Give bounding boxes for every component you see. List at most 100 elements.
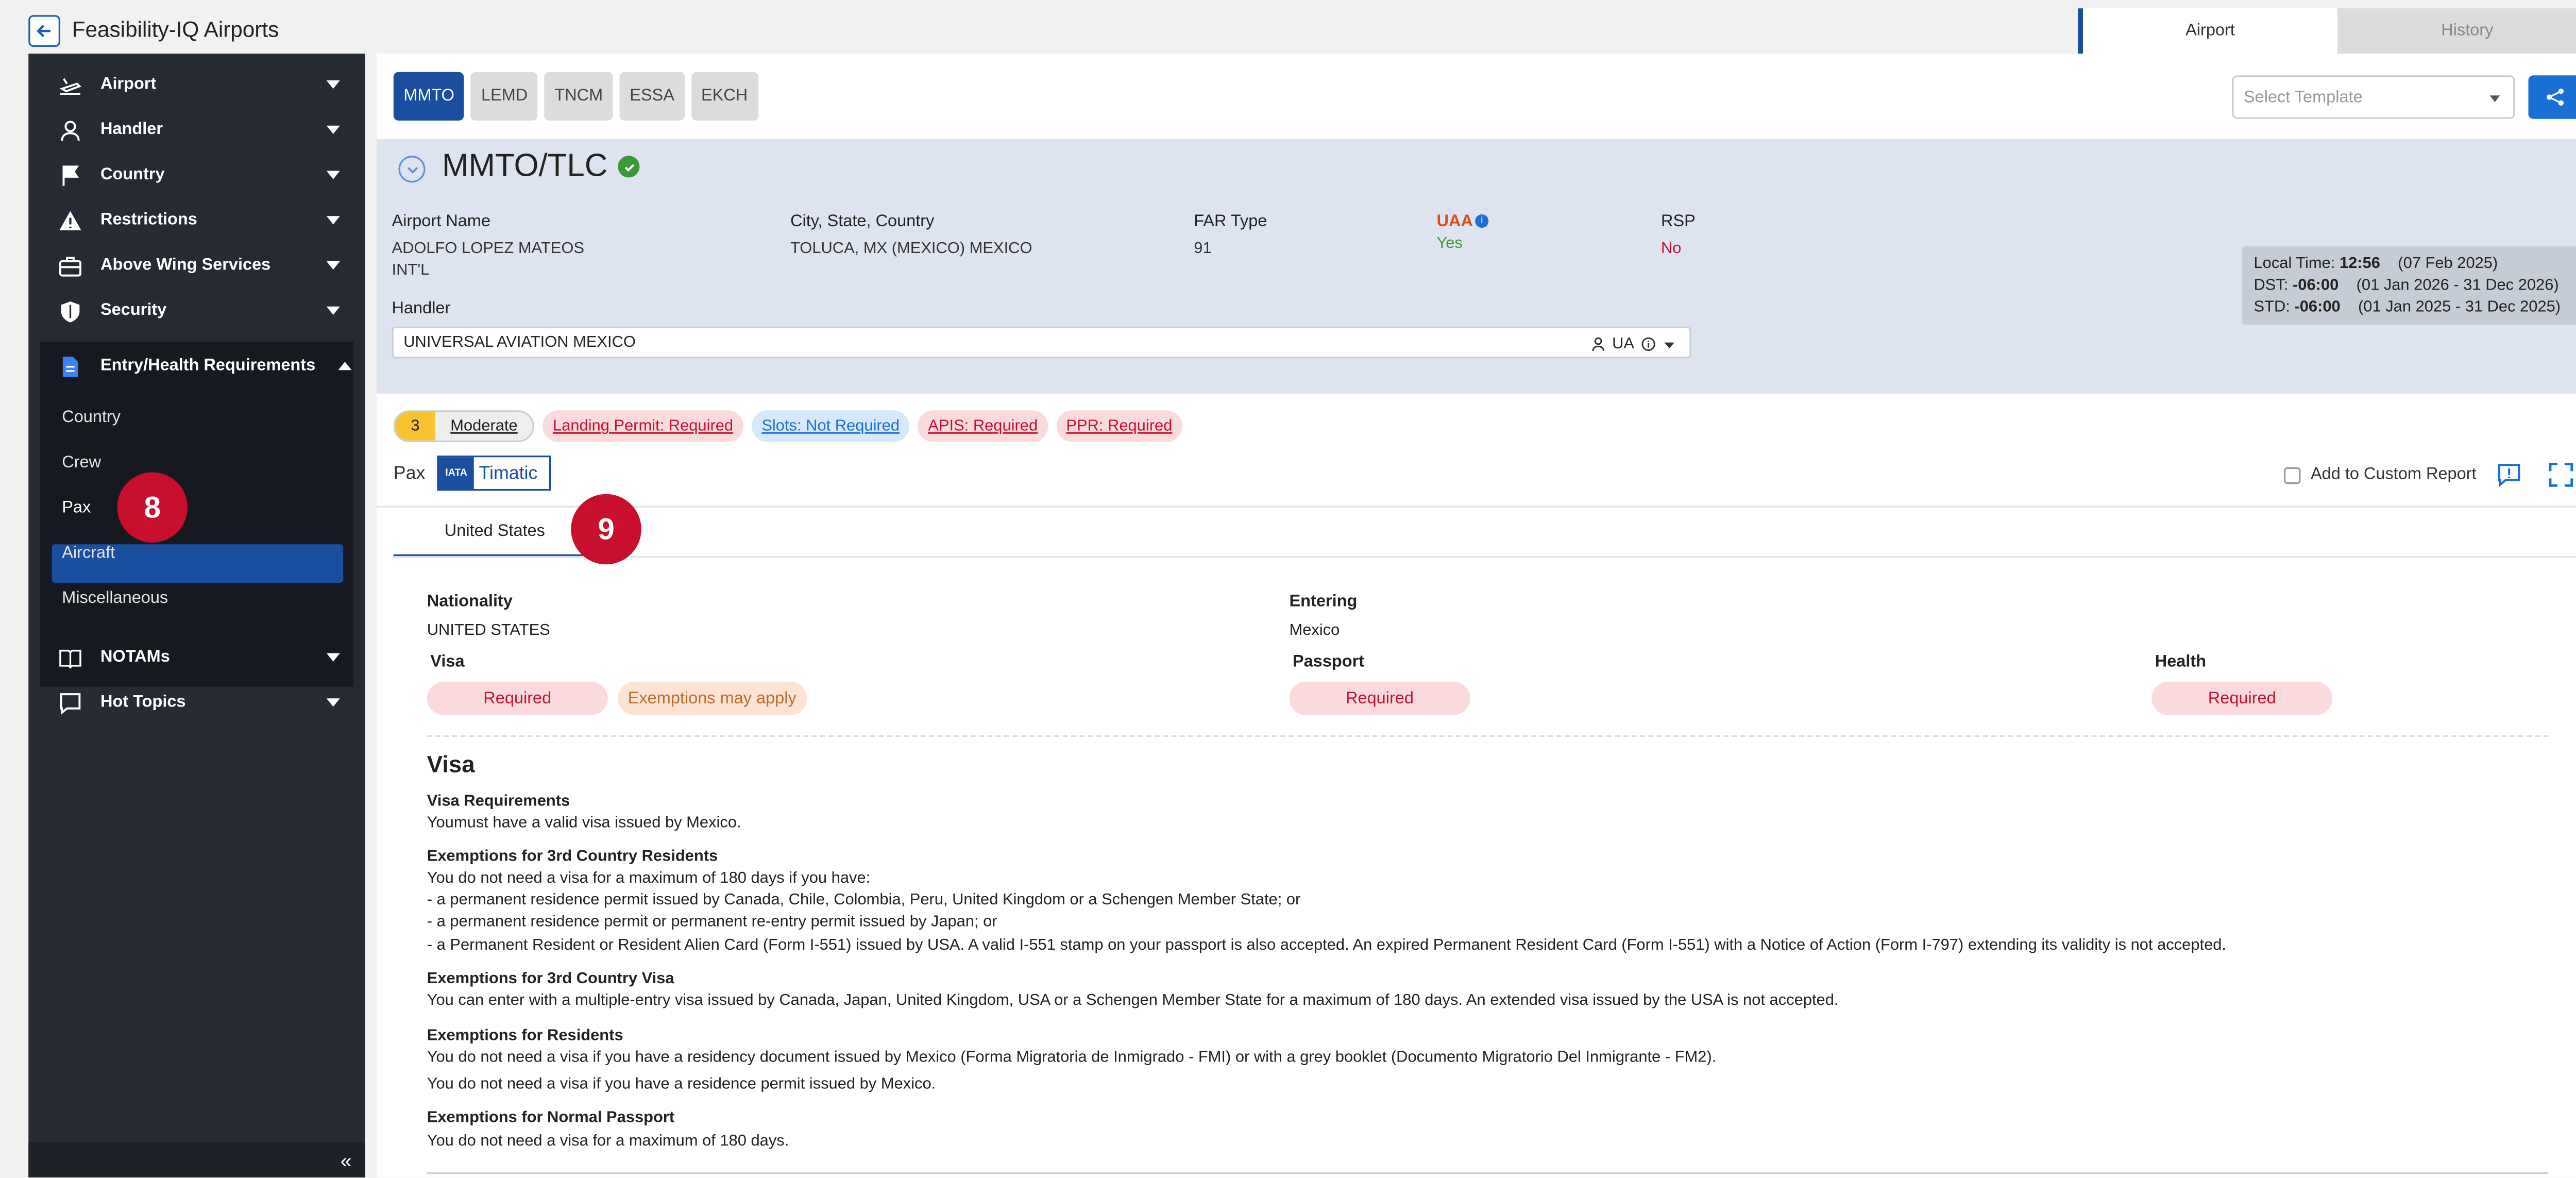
airport-name-value-2: INT'L bbox=[392, 261, 430, 280]
caret-down-icon[interactable] bbox=[1663, 338, 1676, 351]
handler-select[interactable]: UNIVERSAL AVIATION MEXICO UA bbox=[392, 326, 1691, 359]
std-label: STD: bbox=[2253, 298, 2290, 317]
collapse-sidebar-icon[interactable]: « bbox=[341, 1149, 351, 1173]
passport-status-badge: Required bbox=[1289, 681, 1470, 715]
visa-label: Visa bbox=[430, 653, 465, 672]
handler-label: Handler bbox=[392, 299, 451, 318]
exemptions-residents-line: You do not need a visa if you have a res… bbox=[427, 1075, 936, 1094]
uaa-label: UAA bbox=[1436, 212, 1473, 231]
handler-code: UA bbox=[1612, 335, 1634, 354]
caret-down-icon bbox=[326, 698, 340, 707]
sidebar-subitem-aircraft[interactable]: Aircraft bbox=[62, 544, 115, 563]
info-icon[interactable]: i bbox=[1475, 214, 1489, 228]
sidebar-subitem-pax[interactable]: Pax bbox=[62, 499, 91, 518]
tag-landing-permit[interactable]: Landing Permit: Required bbox=[543, 410, 743, 442]
caret-down-icon bbox=[326, 125, 340, 134]
caret-down-icon bbox=[326, 216, 340, 225]
city-label: City, State, Country bbox=[790, 212, 935, 231]
back-button[interactable] bbox=[28, 15, 60, 47]
airport-tabs: MMTO LEMD TNCM ESSA EKCH bbox=[393, 72, 758, 121]
caret-down-icon bbox=[326, 80, 340, 89]
airport-name-label: Airport Name bbox=[392, 212, 490, 231]
timatic-label: Timatic bbox=[479, 463, 538, 483]
sidebar-subitem-miscellaneous[interactable]: Miscellaneous bbox=[62, 590, 168, 608]
visa-status-badge: Required bbox=[427, 681, 608, 715]
risk-level[interactable]: 3 Moderate bbox=[393, 410, 535, 442]
top-bar: Feasibility-IQ Airports Airport History bbox=[0, 0, 2576, 60]
nationality-label: Nationality bbox=[427, 593, 513, 612]
tag-ppr[interactable]: PPR: Required bbox=[1056, 410, 1182, 442]
sidebar-item-security[interactable]: Security bbox=[28, 288, 365, 333]
briefcase-icon bbox=[57, 252, 84, 279]
exemptions-3rd-visa-heading: Exemptions for 3rd Country Visa bbox=[427, 969, 674, 988]
warning-icon bbox=[57, 207, 84, 233]
sidebar-item-notams[interactable]: NOTAMs bbox=[28, 635, 365, 680]
section-divider bbox=[377, 506, 2576, 508]
template-select[interactable]: Select Template bbox=[2232, 75, 2515, 119]
content-divider bbox=[427, 1172, 2549, 1174]
local-time-label: Local Time: bbox=[2253, 255, 2335, 273]
chevron-down-icon bbox=[406, 166, 417, 173]
shield-icon bbox=[57, 297, 84, 324]
custom-report-checkbox[interactable] bbox=[2284, 466, 2301, 483]
book-icon bbox=[57, 644, 84, 671]
std-range: (01 Jan 2025 - 31 Dec 2025) bbox=[2358, 298, 2561, 317]
sidebar-item-entry-health[interactable]: Entry/Health Requirements bbox=[28, 343, 365, 389]
tab-mmto[interactable]: MMTO bbox=[393, 72, 465, 121]
sidebar-item-above-wing[interactable]: Above Wing Services bbox=[28, 243, 365, 288]
chevron-down-icon bbox=[2489, 95, 2500, 103]
share-button[interactable] bbox=[2528, 75, 2576, 119]
feedback-icon bbox=[2497, 463, 2519, 486]
exemptions-3rd-visa-text: You can enter with a multiple-entry visa… bbox=[427, 991, 1839, 1010]
caret-down-icon bbox=[326, 171, 340, 179]
tag-slots[interactable]: Slots: Not Required bbox=[751, 410, 910, 442]
dst-label: DST: bbox=[2253, 276, 2289, 295]
expand-icon bbox=[2548, 462, 2572, 486]
local-time-value: 12:56 bbox=[2339, 255, 2380, 273]
sidebar-item-label: Hot Topics bbox=[100, 693, 186, 712]
tab-underline bbox=[393, 556, 2576, 558]
tag-apis[interactable]: APIS: Required bbox=[918, 410, 1048, 442]
passport-label: Passport bbox=[1293, 653, 1365, 672]
sidebar-item-airport[interactable]: Airport bbox=[28, 62, 365, 107]
entering-value: Mexico bbox=[1289, 621, 1340, 640]
iata-logo: IATA bbox=[438, 457, 474, 489]
caret-down-icon bbox=[326, 306, 340, 315]
tab-united-states[interactable]: United States bbox=[393, 508, 596, 558]
tab-tncm[interactable]: TNCM bbox=[544, 72, 613, 121]
health-status-badge: Required bbox=[2151, 681, 2333, 715]
flag-icon bbox=[57, 162, 84, 189]
feedback-button[interactable] bbox=[2495, 461, 2522, 487]
time-info: Local Time: 12:56 (07 Feb 2025) DST: -06… bbox=[2242, 246, 2576, 325]
tab-lemd[interactable]: LEMD bbox=[471, 72, 538, 121]
step-badge-9: 9 bbox=[571, 494, 641, 565]
dst-row: DST: -06:00 (01 Jan 2026 - 31 Dec 2026) bbox=[2254, 275, 2572, 296]
sidebar-item-handler[interactable]: Handler bbox=[28, 107, 365, 153]
sidebar-subitem-country[interactable]: Country bbox=[62, 409, 121, 427]
handler-controls: UA bbox=[1590, 335, 1676, 354]
sidebar-item-country[interactable]: Country bbox=[28, 153, 365, 198]
tab-essa[interactable]: ESSA bbox=[619, 72, 685, 121]
sidebar-item-hot-topics[interactable]: Hot Topics bbox=[28, 680, 365, 726]
risk-number: 3 bbox=[395, 412, 435, 441]
visa-exemption-badge: Exemptions may apply bbox=[618, 681, 807, 715]
collapse-header-button[interactable] bbox=[398, 156, 426, 183]
exemptions-3rd-residents-line: You do not need a visa for a maximum of … bbox=[427, 869, 871, 888]
exemptions-normal-passport-text: You do not need a visa for a maximum of … bbox=[427, 1132, 789, 1151]
info-circle-icon[interactable] bbox=[1641, 336, 1656, 351]
sidebar-subitem-crew[interactable]: Crew bbox=[62, 454, 101, 473]
tab-airport[interactable]: Airport bbox=[2078, 8, 2337, 54]
sidebar-item-restrictions[interactable]: Restrictions bbox=[28, 198, 365, 243]
local-time-date: (07 Feb 2025) bbox=[2398, 255, 2498, 273]
custom-report-toggle[interactable]: Add to Custom Report bbox=[2284, 466, 2477, 484]
far-type-label: FAR Type bbox=[1194, 212, 1267, 231]
visa-requirements-heading: Visa Requirements bbox=[427, 792, 570, 811]
pax-title: Pax bbox=[393, 464, 426, 484]
entering-label: Entering bbox=[1289, 593, 1358, 612]
arrow-left-icon bbox=[37, 25, 51, 38]
tab-history[interactable]: History bbox=[2337, 8, 2576, 54]
exemptions-3rd-residents-heading: Exemptions for 3rd Country Residents bbox=[427, 847, 718, 866]
fullscreen-button[interactable] bbox=[2547, 461, 2573, 487]
tab-ekch[interactable]: EKCH bbox=[691, 72, 758, 121]
exemptions-residents-heading: Exemptions for Residents bbox=[427, 1026, 623, 1045]
